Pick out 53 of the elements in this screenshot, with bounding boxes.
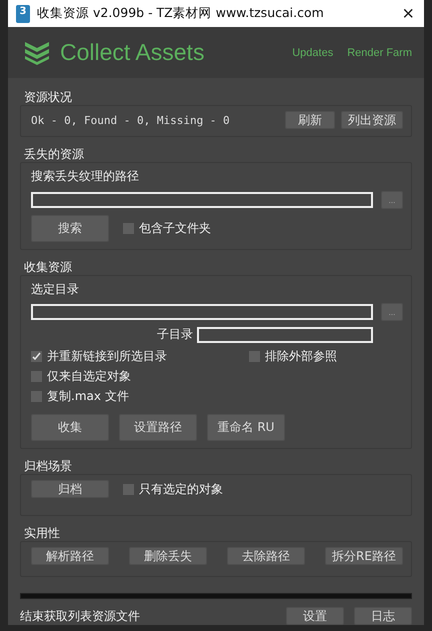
search-button[interactable]: 搜索 bbox=[31, 215, 109, 242]
action-button[interactable]: 收集 bbox=[31, 414, 109, 441]
app-icon: 3 bbox=[16, 4, 30, 23]
header-link[interactable]: Render Farm bbox=[347, 46, 412, 59]
browse-button[interactable]: ... bbox=[381, 191, 403, 209]
checkbox-box[interactable] bbox=[31, 371, 42, 382]
checkbox-box[interactable] bbox=[123, 223, 134, 234]
subdirectory-field[interactable] bbox=[197, 326, 373, 342]
checkbox-label: 排除外部参照 bbox=[265, 348, 337, 365]
checkbox[interactable]: 并重新链接到所选目录 bbox=[31, 348, 241, 365]
group-title: 收集资源 bbox=[24, 260, 73, 275]
checkbox[interactable]: 复制.max 文件 bbox=[31, 388, 241, 405]
checkbox[interactable]: 包含子文件夹 bbox=[123, 220, 211, 237]
brand-title: Collect Assets bbox=[60, 39, 206, 66]
checkbox-box[interactable] bbox=[31, 351, 42, 362]
field-label: 子目录 bbox=[157, 326, 193, 343]
checkbox-label: 包含子文件夹 bbox=[139, 220, 211, 237]
status-message: 结束获取列表资源文件 bbox=[20, 608, 141, 624]
path-field[interactable] bbox=[31, 192, 373, 208]
status-text: Ok - 0, Found - 0, Missing - 0 bbox=[31, 114, 231, 126]
checkbox-label: 只有选定的对象 bbox=[139, 480, 223, 498]
group-title: 丢失的资源 bbox=[24, 147, 85, 162]
chevrons-logo-icon bbox=[24, 40, 50, 65]
checkbox[interactable]: 仅来自选定对象 bbox=[31, 368, 241, 385]
checkbox-label: 复制.max 文件 bbox=[47, 388, 129, 405]
checkbox[interactable]: 只有选定的对象 bbox=[123, 480, 223, 498]
group-title: 归档场景 bbox=[24, 459, 73, 474]
checkbox-label: 仅来自选定对象 bbox=[47, 368, 131, 385]
group-title: 实用性 bbox=[24, 526, 61, 541]
close-button[interactable]: × bbox=[402, 4, 414, 24]
header-link[interactable]: Updates bbox=[292, 46, 334, 59]
footer-button[interactable]: 日志 bbox=[354, 607, 412, 625]
checkbox-box[interactable] bbox=[249, 351, 260, 362]
toolbar-button[interactable]: 刷新 bbox=[285, 111, 335, 129]
action-button[interactable]: 设置路径 bbox=[119, 414, 197, 441]
browse-button[interactable]: ... bbox=[381, 303, 403, 321]
directory-field[interactable] bbox=[31, 304, 373, 320]
utility-button[interactable]: 去除路径 bbox=[227, 547, 305, 565]
window-title: 收集资源 v2.099b - TZ素材网 www.tzsucai.com bbox=[37, 5, 325, 22]
checkbox[interactable]: 排除外部参照 bbox=[249, 348, 337, 365]
field-label: 搜索丢失纹理的路径 bbox=[31, 168, 140, 185]
action-button[interactable]: 重命名 RU bbox=[207, 414, 285, 441]
checkbox-box[interactable] bbox=[123, 484, 134, 494]
utility-button[interactable]: 删除丢失 bbox=[129, 547, 207, 565]
field-label: 选定目录 bbox=[31, 281, 80, 298]
utility-button[interactable]: 解析路径 bbox=[31, 547, 109, 565]
utility-button[interactable]: 拆分RE路径 bbox=[325, 547, 403, 565]
checkbox-label: 并重新链接到所选目录 bbox=[47, 348, 167, 365]
toolbar-button[interactable]: 列出资源 bbox=[341, 111, 403, 129]
checkbox-box[interactable] bbox=[31, 391, 42, 402]
group-title: 资源状况 bbox=[24, 90, 73, 105]
footer-button[interactable]: 设置 bbox=[286, 607, 344, 625]
archive-button[interactable]: 归档 bbox=[31, 480, 109, 498]
